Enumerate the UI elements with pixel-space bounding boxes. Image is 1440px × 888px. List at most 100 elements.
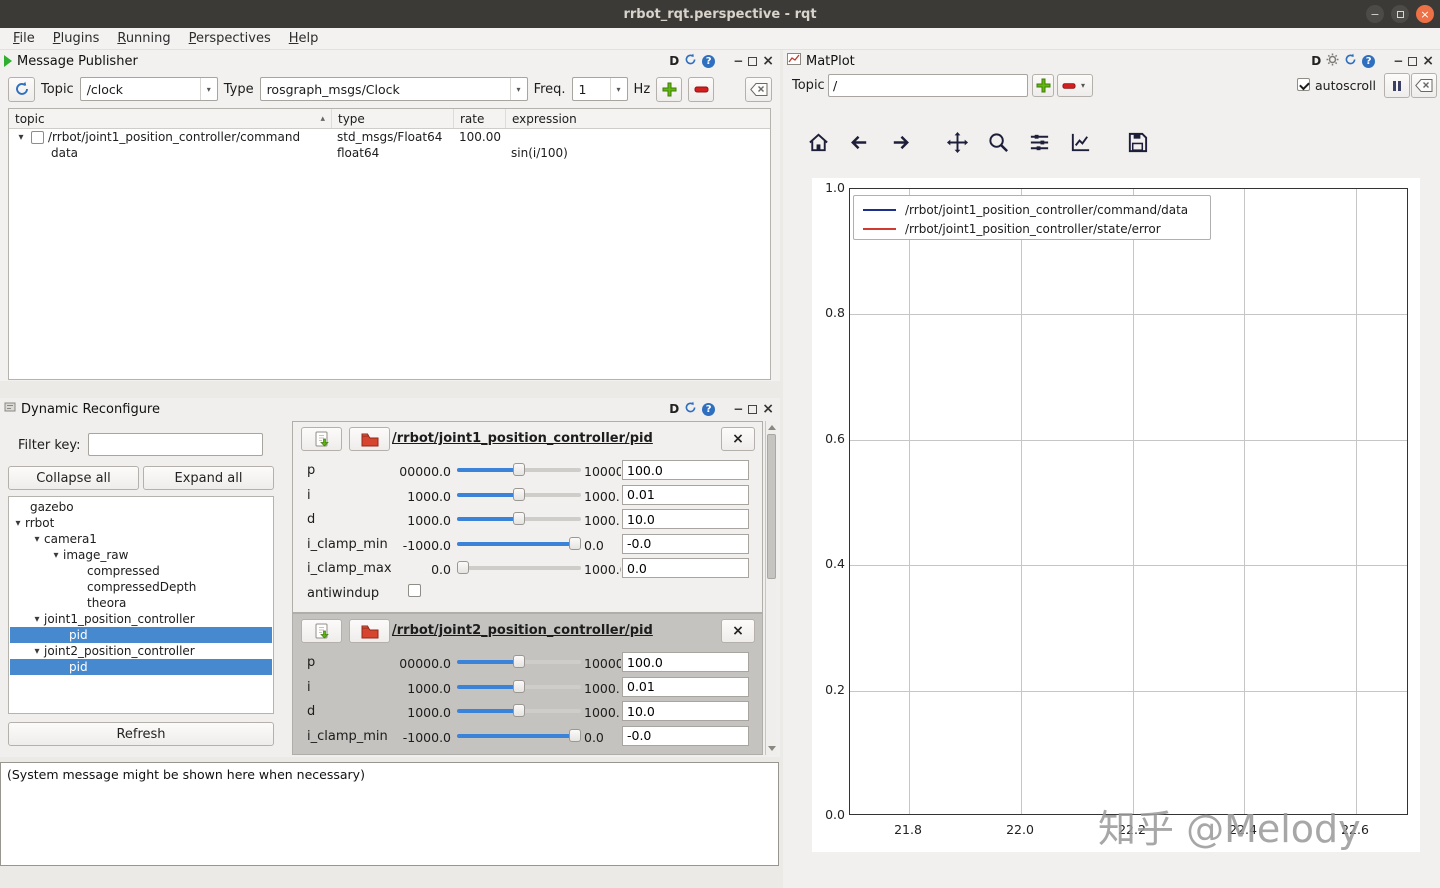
tree-item-compressed-depth[interactable]: compressedDepth bbox=[9, 579, 273, 595]
message-publisher-titlebar[interactable]: Message Publisher D ? − × bbox=[0, 50, 780, 72]
tree-item-theora[interactable]: theora bbox=[9, 595, 273, 611]
save-config-button[interactable] bbox=[301, 619, 342, 643]
tree-item-compressed[interactable]: compressed bbox=[9, 563, 273, 579]
slider-handle[interactable] bbox=[569, 729, 581, 742]
param-value-input[interactable] bbox=[622, 701, 749, 721]
expander-icon[interactable]: ▾ bbox=[30, 614, 44, 625]
window-maximize-button[interactable] bbox=[1391, 5, 1409, 23]
expander-icon[interactable]: ▾ bbox=[30, 534, 44, 545]
param-slider[interactable] bbox=[457, 463, 581, 477]
column-topic[interactable]: topic ▴ bbox=[9, 109, 331, 128]
param-value-input[interactable] bbox=[622, 485, 749, 505]
param-slider[interactable] bbox=[457, 512, 581, 526]
save-figure-button[interactable] bbox=[1117, 126, 1158, 158]
tree-item-gazebo[interactable]: gazebo bbox=[9, 499, 273, 515]
param-value-input[interactable] bbox=[622, 460, 749, 480]
param-slider[interactable] bbox=[457, 655, 581, 669]
slider-handle[interactable] bbox=[457, 561, 469, 574]
expander-icon[interactable]: ▾ bbox=[15, 132, 27, 143]
param-slider[interactable] bbox=[457, 680, 581, 694]
table-row[interactable]: data float64 sin(i/100) bbox=[9, 145, 770, 161]
scroll-up-icon[interactable] bbox=[768, 425, 776, 430]
tree-item-rrbot[interactable]: ▾rrbot bbox=[9, 515, 273, 531]
load-config-button[interactable] bbox=[349, 619, 390, 643]
help-icon[interactable]: ? bbox=[1362, 55, 1375, 68]
minimize-icon[interactable]: − bbox=[733, 54, 743, 68]
settings-gear-icon[interactable] bbox=[1326, 53, 1339, 70]
param-slider[interactable] bbox=[457, 537, 581, 551]
scrollbar-thumb[interactable] bbox=[767, 434, 776, 579]
dropdown-icon[interactable]: ▾ bbox=[200, 78, 217, 100]
dock-icon[interactable]: D bbox=[669, 402, 679, 416]
minimize-icon[interactable]: − bbox=[1393, 54, 1403, 68]
tree-item-joint1-position-controller[interactable]: ▾joint1_position_controller bbox=[9, 611, 273, 627]
table-row[interactable]: ▾ /rrbot/joint1_position_controller/comm… bbox=[9, 129, 770, 145]
expander-icon[interactable]: ▾ bbox=[30, 646, 44, 657]
slider-handle[interactable] bbox=[513, 488, 525, 501]
dropdown-icon[interactable]: ▾ bbox=[510, 78, 527, 100]
column-expression[interactable]: expression bbox=[505, 109, 770, 128]
table-header[interactable]: topic ▴ type rate expression bbox=[9, 109, 770, 129]
slider-handle[interactable] bbox=[569, 537, 581, 550]
antiwindup-checkbox[interactable] bbox=[408, 584, 421, 597]
filter-key-input[interactable] bbox=[88, 433, 263, 456]
topic-input[interactable] bbox=[828, 74, 1028, 97]
column-rate[interactable]: rate bbox=[453, 109, 505, 128]
dropdown-icon[interactable]: ▾ bbox=[610, 78, 627, 100]
close-icon[interactable]: × bbox=[762, 55, 774, 67]
window-close-button[interactable]: × bbox=[1416, 5, 1434, 23]
window-minimize-button[interactable]: − bbox=[1366, 5, 1384, 23]
pan-button[interactable] bbox=[937, 126, 978, 158]
clear-all-button[interactable] bbox=[745, 77, 772, 102]
tree-item-joint2-position-controller[interactable]: ▾joint2_position_controller bbox=[9, 643, 273, 659]
window-titlebar[interactable]: rrbot_rqt.perspective - rqt − × bbox=[0, 0, 1440, 28]
param-slider[interactable] bbox=[457, 729, 581, 743]
reload-icon[interactable] bbox=[1344, 53, 1357, 70]
menu-running[interactable]: Running bbox=[108, 31, 179, 46]
dynamic-reconfigure-titlebar[interactable]: Dynamic Reconfigure D ? − × bbox=[0, 398, 780, 420]
load-config-button[interactable] bbox=[349, 427, 390, 451]
param-value-input[interactable] bbox=[622, 677, 749, 697]
param-value-input[interactable] bbox=[622, 509, 749, 529]
float-icon[interactable] bbox=[748, 405, 757, 414]
param-slider[interactable] bbox=[457, 488, 581, 502]
slider-handle[interactable] bbox=[513, 655, 525, 668]
slider-handle[interactable] bbox=[513, 704, 525, 717]
dock-icon[interactable]: D bbox=[669, 54, 679, 68]
expander-icon[interactable]: ▾ bbox=[11, 518, 25, 529]
param-value-input[interactable] bbox=[622, 726, 749, 746]
save-config-button[interactable] bbox=[301, 427, 342, 451]
menu-perspectives[interactable]: Perspectives bbox=[180, 31, 280, 46]
menu-help[interactable]: Help bbox=[280, 31, 328, 46]
clear-plot-button[interactable] bbox=[1411, 73, 1437, 98]
refresh-button[interactable]: Refresh bbox=[8, 722, 274, 746]
param-slider[interactable] bbox=[457, 704, 581, 718]
tree-item-image-raw[interactable]: ▾image_raw bbox=[9, 547, 273, 563]
column-type[interactable]: type bbox=[331, 109, 453, 128]
autoscroll-checkbox[interactable] bbox=[1297, 78, 1310, 91]
add-topic-button[interactable] bbox=[1032, 74, 1054, 97]
tree-item-camera1[interactable]: ▾camera1 bbox=[9, 531, 273, 547]
configure-subplots-button[interactable] bbox=[1019, 126, 1060, 158]
slider-handle[interactable] bbox=[513, 680, 525, 693]
refresh-topics-button[interactable] bbox=[8, 77, 35, 102]
expand-all-button[interactable]: Expand all bbox=[143, 466, 274, 490]
float-icon[interactable] bbox=[748, 57, 757, 66]
back-button[interactable] bbox=[839, 126, 880, 158]
minimize-icon[interactable]: − bbox=[733, 402, 743, 416]
help-icon[interactable]: ? bbox=[702, 55, 715, 68]
float-icon[interactable] bbox=[1408, 57, 1417, 66]
help-icon[interactable]: ? bbox=[702, 403, 715, 416]
close-icon[interactable]: × bbox=[762, 403, 774, 415]
cell-expression[interactable]: sin(i/100) bbox=[505, 145, 770, 161]
topic-combo[interactable]: /clock ▾ bbox=[80, 77, 218, 101]
scroll-down-icon[interactable] bbox=[768, 746, 776, 751]
slider-handle[interactable] bbox=[513, 463, 525, 476]
pause-button[interactable] bbox=[1384, 73, 1410, 98]
remove-publisher-button[interactable] bbox=[688, 77, 714, 102]
expander-icon[interactable]: ▾ bbox=[49, 550, 63, 561]
freq-combo[interactable]: 1 ▾ bbox=[572, 77, 628, 101]
remove-topic-button[interactable]: ▾ bbox=[1057, 74, 1093, 97]
tree-item-joint1-pid[interactable]: pid bbox=[10, 627, 272, 643]
slider-handle[interactable] bbox=[513, 512, 525, 525]
